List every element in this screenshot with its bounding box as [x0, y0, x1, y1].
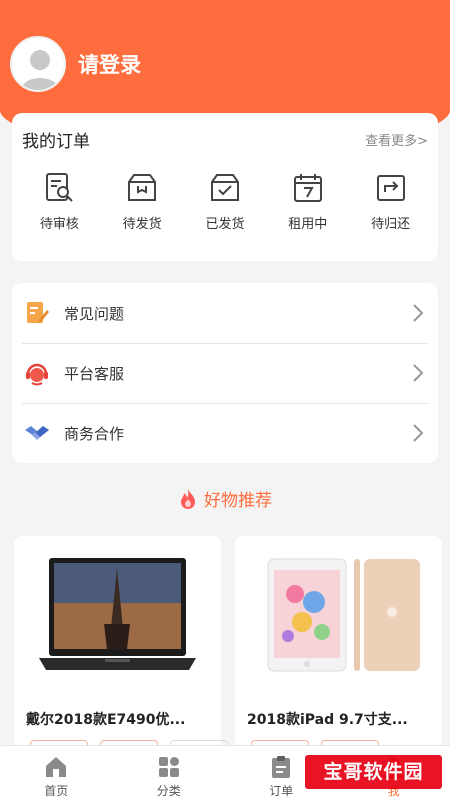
faq-icon [27, 302, 49, 323]
category-icon [158, 757, 179, 777]
chevron-right-icon [413, 364, 424, 382]
login-label[interactable]: 请登录 [78, 49, 141, 79]
clipboard-icon [272, 756, 291, 778]
chevron-right-icon [413, 424, 424, 442]
product-card[interactable]: 戴尔2018款E7490优... [14, 536, 228, 766]
orders-title: 我的订单 [22, 132, 90, 152]
menu-item-customer-service[interactable]: 平台客服 [12, 343, 438, 403]
order-status-renting[interactable]: 租用中 [273, 171, 343, 232]
menu-item-faq[interactable]: 常见问题 [12, 283, 438, 343]
menu-item-business[interactable]: 商务合作 [12, 403, 438, 463]
tab-label: 分类 [156, 784, 181, 798]
avatar-placeholder-icon [12, 38, 64, 90]
menu-item-label: 常见问题 [64, 304, 125, 323]
product-card[interactable]: 2018款iPad 9.7寸支... [235, 536, 442, 766]
menu-item-label: 商务合作 [64, 424, 125, 443]
search-doc-icon [46, 173, 74, 202]
product-name: 2018款iPad 9.7寸支... [247, 712, 408, 728]
order-status-pending-review[interactable]: 待审核 [24, 171, 94, 232]
view-more-link[interactable]: 查看更多> [365, 130, 428, 149]
fire-icon [181, 488, 195, 509]
laptop-image [39, 558, 196, 670]
recommend-header: 好物推荐 [0, 486, 450, 511]
order-status-label: 待发货 [122, 217, 162, 232]
order-status-label: 待审核 [39, 217, 79, 232]
avatar[interactable] [10, 36, 66, 92]
home-icon [46, 757, 67, 777]
tab-home[interactable]: 首页 [0, 746, 113, 800]
watermark-logo: 宝哥软件园 [305, 750, 442, 794]
tab-category[interactable]: 分类 [113, 746, 226, 800]
order-status-label: 待归还 [371, 217, 411, 232]
order-status-label: 租用中 [288, 217, 328, 232]
my-orders-card: 我的订单 查看更多> 待审核 待发货 已发货 租用中 待归还 [12, 113, 438, 261]
order-status-shipped[interactable]: 已发货 [190, 171, 260, 232]
box-check-icon [210, 174, 239, 201]
chevron-right-icon [413, 304, 424, 322]
calendar-icon [293, 174, 322, 202]
order-status-to-ship[interactable]: 待发货 [107, 171, 177, 232]
watermark-text: 宝哥软件园 [305, 755, 442, 789]
product-name: 戴尔2018款E7490优... [26, 712, 186, 728]
order-status-label: 已发货 [205, 217, 245, 232]
handshake-icon [25, 426, 49, 440]
service-menu: 常见问题 平台客服 商务合作 [12, 283, 438, 463]
box-icon [128, 174, 157, 201]
recommend-title: 好物推荐 [204, 491, 272, 511]
login-area[interactable]: 请登录 [10, 36, 141, 92]
customer-service-icon [26, 363, 48, 386]
tab-label: 订单 [269, 784, 294, 798]
return-icon [376, 175, 405, 201]
tab-label: 首页 [44, 784, 69, 798]
order-status-to-return[interactable]: 待归还 [356, 171, 426, 232]
menu-item-label: 平台客服 [64, 364, 125, 383]
tablet-image [267, 558, 420, 672]
